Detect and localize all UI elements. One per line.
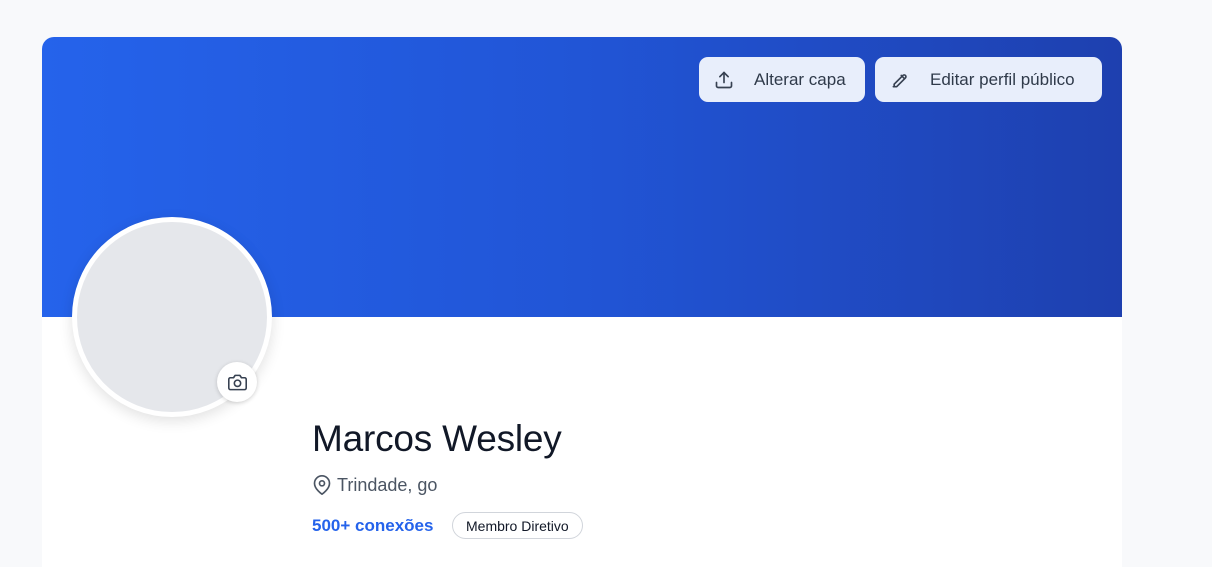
upload-icon bbox=[714, 70, 734, 90]
change-photo-button[interactable] bbox=[217, 362, 257, 402]
change-cover-button[interactable]: Alterar capa bbox=[699, 57, 865, 102]
profile-location: Trindade, go bbox=[312, 474, 437, 496]
location-text: Trindade, go bbox=[337, 474, 438, 495]
profile-name: Marcos Wesley bbox=[312, 418, 562, 459]
member-badge: Membro Diretivo bbox=[452, 512, 583, 539]
pencil-icon bbox=[890, 70, 910, 90]
connections-link[interactable]: 500+ conexões bbox=[312, 516, 433, 536]
edit-profile-button[interactable]: Editar perfil público bbox=[875, 57, 1102, 102]
edit-profile-label: Editar perfil público bbox=[930, 69, 1075, 89]
change-cover-label: Alterar capa bbox=[754, 69, 846, 89]
map-pin-icon bbox=[312, 474, 332, 496]
camera-icon bbox=[227, 373, 247, 392]
